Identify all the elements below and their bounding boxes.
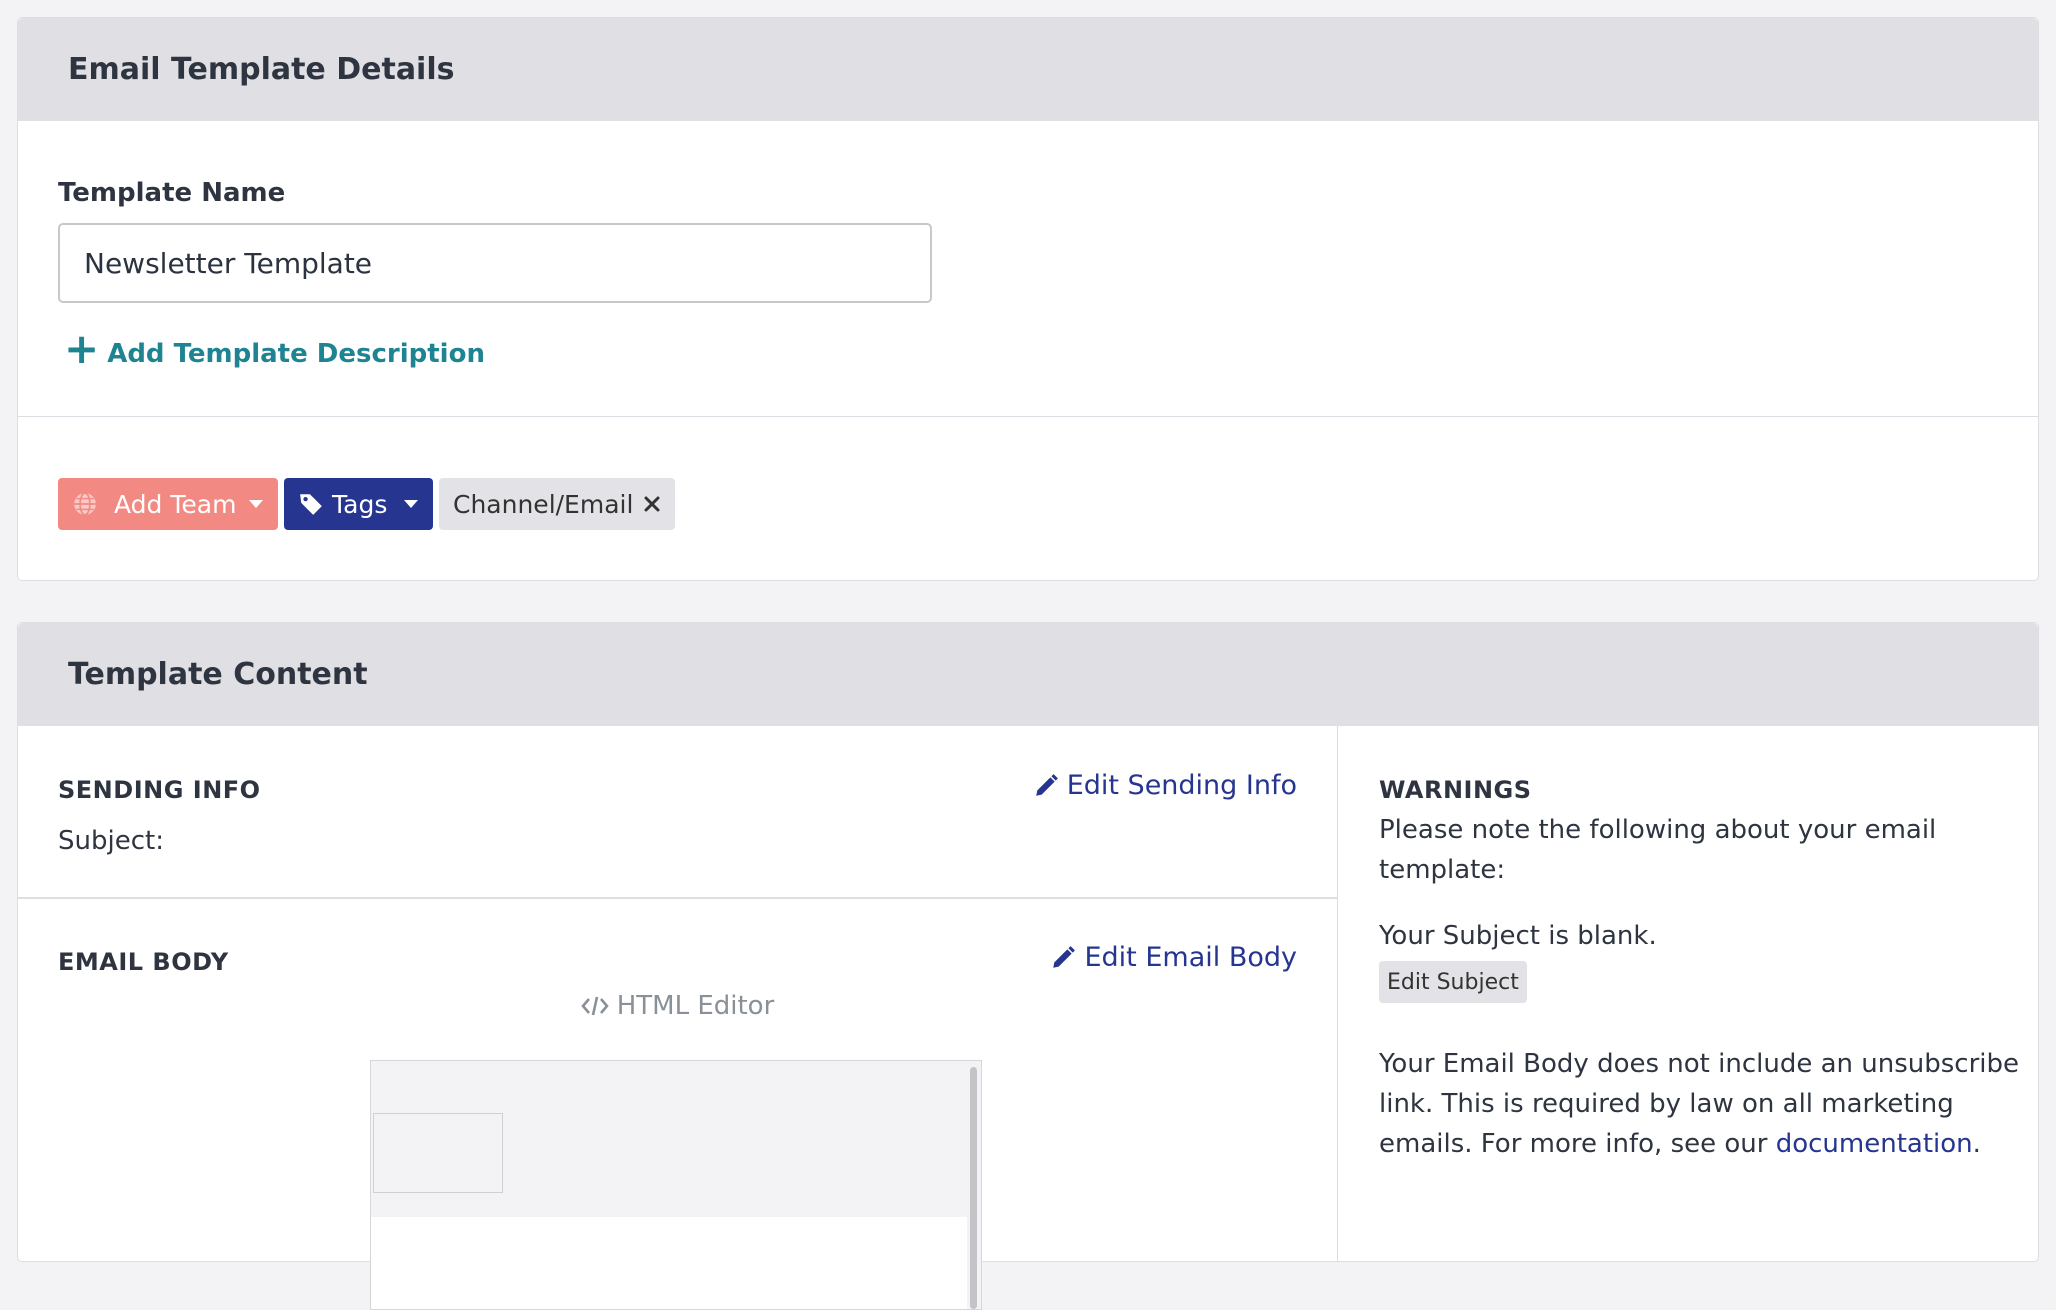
- preview-content-area: [371, 1217, 967, 1309]
- add-template-description-link[interactable]: + Add Template Description: [64, 328, 485, 370]
- close-icon[interactable]: [643, 495, 661, 513]
- documentation-link[interactable]: documentation: [1776, 1129, 1973, 1159]
- subject-blank-warning: Your Subject is blank.: [1379, 921, 1657, 951]
- edit-subject-button[interactable]: Edit Subject: [1379, 961, 1527, 1003]
- subject-label: Subject:: [58, 826, 164, 856]
- email-body-title: EMAIL BODY: [58, 948, 229, 976]
- tag-row: Add Team Tags Channel/Email: [58, 478, 675, 530]
- warning-period: .: [1972, 1129, 1981, 1159]
- tags-dropdown-button[interactable]: Tags: [284, 478, 433, 530]
- html-editor-label: HTML Editor: [616, 991, 775, 1021]
- add-team-label: Add Team: [114, 489, 237, 519]
- preview-scrollbar[interactable]: [970, 1067, 977, 1309]
- edit-email-body-label: Edit Email Body: [1084, 942, 1297, 973]
- caret-down-icon: [404, 500, 418, 508]
- add-template-description-label: Add Template Description: [107, 339, 485, 369]
- add-team-button[interactable]: Add Team: [58, 478, 278, 530]
- caret-down-icon: [249, 500, 263, 508]
- tag-chip-channel-email: Channel/Email: [439, 478, 675, 530]
- warnings-title: WARNINGS: [1379, 776, 1532, 804]
- content-left-column: SENDING INFO Edit Sending Info Subject: …: [18, 726, 1338, 1310]
- template-details-card: Email Template Details Template Name + A…: [17, 17, 2039, 417]
- email-body-preview[interactable]: [370, 1060, 982, 1310]
- template-content-card: Template Content SENDING INFO Edit Sendi…: [17, 622, 2039, 1310]
- edit-sending-info-link[interactable]: Edit Sending Info: [1033, 770, 1297, 801]
- warnings-intro: Please note the following about your ema…: [1379, 815, 1937, 885]
- pencil-icon: [1053, 945, 1076, 968]
- template-name-input[interactable]: [58, 223, 932, 303]
- tag-chip-label: Channel/Email: [453, 489, 634, 519]
- template-name-label: Template Name: [58, 178, 286, 208]
- edit-sending-info-label: Edit Sending Info: [1066, 770, 1297, 801]
- tags-label: Tags: [332, 489, 388, 519]
- section-divider: [18, 897, 1337, 899]
- template-details-header: Email Template Details: [18, 18, 2038, 121]
- html-editor-link[interactable]: HTML Editor: [18, 991, 1337, 1021]
- broken-image-placeholder: [373, 1113, 503, 1193]
- template-content-header: Template Content: [18, 623, 2038, 726]
- sending-info-title: SENDING INFO: [58, 776, 261, 804]
- warnings-panel: WARNINGS Please note the following about…: [1339, 726, 2038, 1261]
- plus-icon: +: [64, 324, 100, 373]
- code-icon: [581, 996, 609, 1016]
- edit-email-body-link[interactable]: Edit Email Body: [1050, 942, 1297, 973]
- globe-icon: [74, 492, 96, 516]
- unsubscribe-warning: Your Email Body does not include an unsu…: [1379, 1044, 2019, 1164]
- pencil-icon: [1035, 773, 1058, 796]
- tags-card: Add Team Tags Channel/Email: [17, 417, 2039, 581]
- tag-icon: [300, 494, 322, 515]
